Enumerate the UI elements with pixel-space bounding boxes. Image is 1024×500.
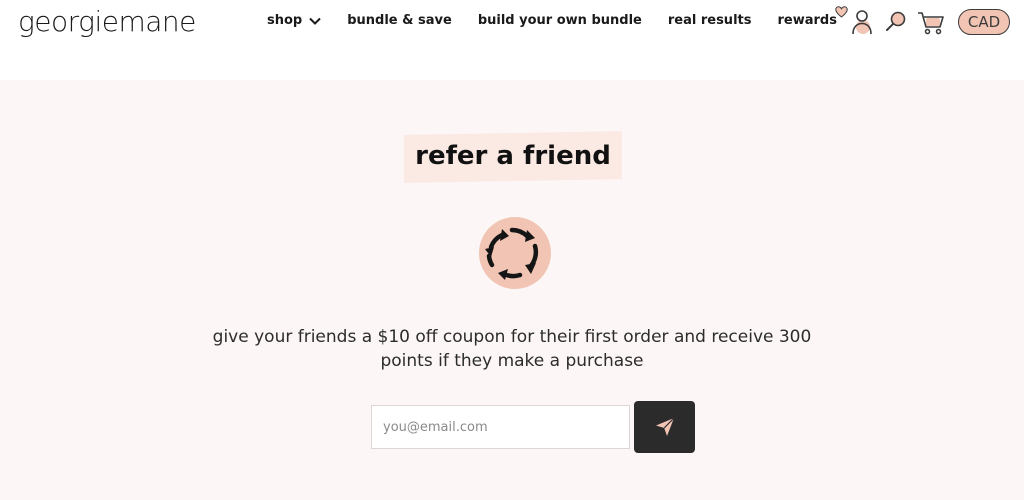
- nav-item-build-bundle[interactable]: build your own bundle: [478, 13, 642, 28]
- site-header: georgiemane shop bundle & save build you…: [0, 0, 1024, 80]
- nav-item-shop[interactable]: shop: [267, 13, 321, 28]
- nav-item-rewards[interactable]: rewards: [777, 6, 848, 28]
- chevron-down-icon: [309, 17, 321, 25]
- nav-item-label: rewards: [777, 13, 837, 28]
- search-icon[interactable]: [884, 8, 908, 36]
- page-title: refer a friend: [415, 141, 611, 171]
- nav-item-label: build your own bundle: [477, 13, 642, 28]
- email-field[interactable]: [371, 405, 630, 449]
- nav-item-label: shop: [267, 13, 303, 28]
- send-button[interactable]: [634, 401, 695, 453]
- refer-description: give your friends a $10 off coupon for t…: [212, 327, 812, 371]
- title-highlight: refer a friend: [404, 131, 622, 183]
- main-nav: shop bundle & save build your own bundle…: [267, 6, 848, 28]
- header-icons: CAD: [850, 8, 1010, 36]
- cart-icon[interactable]: [916, 8, 946, 36]
- heart-icon: [835, 6, 848, 22]
- nav-item-real-results[interactable]: real results: [668, 13, 752, 28]
- brand-logo[interactable]: georgiemane: [18, 5, 196, 38]
- refer-section: refer a friend give your friends a $10 o…: [0, 80, 1024, 500]
- paper-plane-icon: [654, 416, 676, 438]
- nav-item-bundle-save[interactable]: bundle & save: [347, 13, 452, 28]
- account-icon[interactable]: [850, 8, 876, 36]
- refresh-arrows-icon: [472, 216, 554, 300]
- nav-item-label: real results: [667, 13, 752, 28]
- nav-item-label: bundle & save: [347, 13, 452, 28]
- currency-selector[interactable]: CAD: [958, 9, 1010, 35]
